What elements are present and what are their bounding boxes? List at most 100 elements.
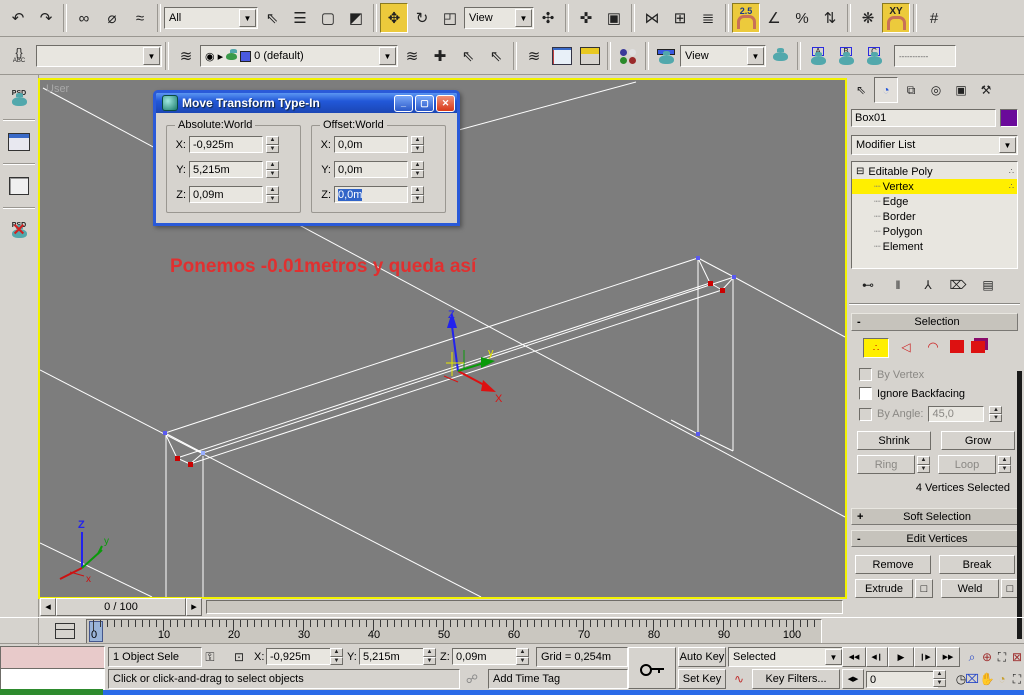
tab-hierarchy[interactable]: ⧉ <box>899 77 923 103</box>
play-button[interactable]: ▶ <box>888 647 914 667</box>
abs-x-spinner[interactable]: ▲ ▼ <box>266 136 279 153</box>
weld-button[interactable]: Weld <box>941 579 999 598</box>
ignore-backfacing-checkbox[interactable] <box>859 387 872 400</box>
frame-spinner[interactable]: ▲ ▼ <box>933 670 946 687</box>
stack-item-element[interactable]: ┈ Element <box>852 239 1017 254</box>
border-mode-icon[interactable]: ◠ <box>923 338 943 356</box>
active-layer-dropdown[interactable]: ◉ ▸ 0 (default) ▼ <box>200 45 398 67</box>
percent-snap-icon[interactable]: % <box>788 3 816 33</box>
x-coordinate-field[interactable]: -0,925m <box>266 648 334 665</box>
off-y-spinner[interactable]: ▲ ▼ <box>411 161 424 178</box>
object-color-swatch[interactable] <box>1000 109 1018 127</box>
chevron-down-icon[interactable]: ▼ <box>747 47 764 65</box>
spinner-snap-icon[interactable]: ⇅ <box>816 3 844 33</box>
set-current-layer-icon[interactable]: ⇖ <box>482 41 510 71</box>
next-frame-button[interactable]: ❙▶ <box>914 647 936 667</box>
grow-button[interactable]: Grow <box>941 431 1015 450</box>
current-frame-field[interactable]: 0 <box>866 671 938 688</box>
select-and-scale-icon[interactable]: ◰ <box>436 3 464 33</box>
go-to-start-button[interactable]: ◀◀ <box>842 647 866 667</box>
extrude-settings-button[interactable]: □ <box>915 579 933 598</box>
stack-item-editable-poly[interactable]: ⊟ Editable Poly ∴ <box>852 164 1017 179</box>
by-vertex-checkbox[interactable] <box>859 368 872 381</box>
by-angle-row[interactable]: By Angle: 45,0 ▲ ▼ <box>845 400 1024 422</box>
off-y-field[interactable]: 0,0m <box>334 161 408 178</box>
mini-curve-editor-icon[interactable] <box>52 620 78 642</box>
render-psd-icon[interactable]: PSD <box>5 83 33 113</box>
unlink-icon[interactable]: ⌀ <box>98 3 126 33</box>
selection-lock-icon[interactable]: ⚿ <box>200 647 220 667</box>
track-ruler[interactable]: 0 10 20 30 40 50 60 70 80 90 100 <box>86 619 822 644</box>
selection-filter-dropdown[interactable]: All ▼ <box>164 7 258 29</box>
maximize-button[interactable]: ▢ <box>415 94 434 112</box>
make-unique-icon[interactable]: ⅄ <box>917 275 939 295</box>
snap-freeze-icon[interactable]: ❋ <box>854 3 882 33</box>
select-by-name-icon[interactable]: ☰ <box>286 3 314 33</box>
abs-y-spinner[interactable]: ▲ ▼ <box>266 161 279 178</box>
select-and-rotate-icon[interactable]: ↻ <box>408 3 436 33</box>
layer-manager-icon[interactable]: ≣ <box>694 3 722 33</box>
by-vertex-row[interactable]: By Vertex <box>845 358 1024 381</box>
ring-button[interactable]: Ring <box>857 455 915 474</box>
z-coordinate-field[interactable]: 0,09m <box>452 648 520 665</box>
time-slider-thumb[interactable]: 0 / 100 <box>56 597 186 616</box>
abs-z-spinner[interactable]: ▲ ▼ <box>266 186 279 203</box>
create-layer-icon[interactable]: ≋ <box>398 41 426 71</box>
zoom-all-icon[interactable]: ⊕ <box>979 647 995 667</box>
x-spinner[interactable]: ▲ ▼ <box>330 648 343 665</box>
off-x-spinner[interactable]: ▲ ▼ <box>411 136 424 153</box>
undo-icon[interactable]: ↶ <box>4 3 32 33</box>
tab-motion[interactable]: ◎ <box>924 77 948 103</box>
collapse-icon[interactable]: ⊟ <box>856 166 864 177</box>
region-zoom-icon[interactable]: ⌧ <box>964 669 980 689</box>
abs-x-field[interactable]: -0,925m <box>189 136 263 153</box>
remove-button[interactable]: Remove <box>855 555 931 574</box>
quick-render-icon[interactable] <box>766 41 794 71</box>
reference-coordinate-dropdown[interactable]: View ▼ <box>464 7 534 29</box>
soft-selection-rollout-header[interactable]: + Soft Selection <box>851 508 1018 525</box>
loop-spinner[interactable]: ▲ ▼ <box>998 456 1011 473</box>
render-preset-dropdown[interactable]: ----------- <box>894 45 956 67</box>
viewport-label[interactable]: User <box>46 83 69 95</box>
by-angle-checkbox[interactable] <box>859 407 872 421</box>
render-type-dropdown[interactable]: View ▼ <box>680 45 766 67</box>
remove-modifier-icon[interactable]: ⌦ <box>947 275 969 295</box>
angle-spinner[interactable]: ▲ ▼ <box>989 406 1003 422</box>
time-slider-track[interactable] <box>206 599 843 614</box>
ignore-backfacing-row[interactable]: Ignore Backfacing <box>845 381 1024 400</box>
arc-rotate-icon[interactable]: ◔ <box>994 669 1010 689</box>
off-z-spinner[interactable]: ▲ ▼ <box>411 186 424 203</box>
dialog-titlebar[interactable]: Move Transform Type-In _ ▢ ✕ <box>156 93 457 113</box>
z-spinner[interactable]: ▲ ▼ <box>516 648 529 665</box>
show-end-result-icon[interactable]: ‖ <box>887 275 909 295</box>
loop-button[interactable]: Loop <box>938 455 996 474</box>
move-transform-dialog[interactable]: Move Transform Type-In _ ▢ ✕ Absolute:Wo… <box>153 90 460 226</box>
named-selection-dropdown[interactable]: ▼ <box>36 45 162 67</box>
key-mode-toggle-button[interactable]: ◀▶ <box>842 669 864 689</box>
keyboard-shortcut-toggle-icon[interactable]: ▣ <box>600 3 628 33</box>
go-to-end-button[interactable]: ▶▶ <box>936 647 960 667</box>
minimize-button[interactable]: _ <box>394 94 413 112</box>
time-back-button[interactable]: ◂ <box>40 597 56 616</box>
element-mode-icon[interactable] <box>971 341 985 353</box>
layers-stack-icon[interactable]: ≋ <box>172 41 200 71</box>
select-and-move-icon[interactable]: ✥ <box>380 3 408 33</box>
off-z-field[interactable]: 0,0m <box>334 186 408 203</box>
key-filter-dropdown[interactable]: Selected ▼ <box>728 647 844 667</box>
polygon-mode-icon[interactable] <box>950 340 964 353</box>
tab-display[interactable]: ▣ <box>949 77 973 103</box>
chevron-down-icon[interactable]: ▼ <box>825 649 842 665</box>
axis-constraint-xy-icon[interactable]: XY <box>882 3 910 33</box>
window-crossing-icon[interactable]: ◩ <box>342 3 370 33</box>
set-key-button[interactable]: Set Key <box>678 669 726 689</box>
zoom-icon[interactable]: ⌕ <box>964 647 980 667</box>
time-forward-button[interactable]: ▸ <box>186 597 202 616</box>
add-time-tag-box[interactable]: Add Time Tag <box>488 669 628 689</box>
snaps-toggle-icon[interactable]: 2.5 <box>732 3 760 33</box>
angle-snap-icon[interactable]: ∠ <box>760 3 788 33</box>
maxscript-listener-pink[interactable] <box>0 646 105 669</box>
render-preset-c-icon[interactable]: C <box>860 41 888 71</box>
edit-vertices-rollout-header[interactable]: - Edit Vertices <box>851 530 1018 547</box>
panel-scrollbar[interactable] <box>1017 371 1022 639</box>
material-editor-icon[interactable] <box>614 41 642 71</box>
